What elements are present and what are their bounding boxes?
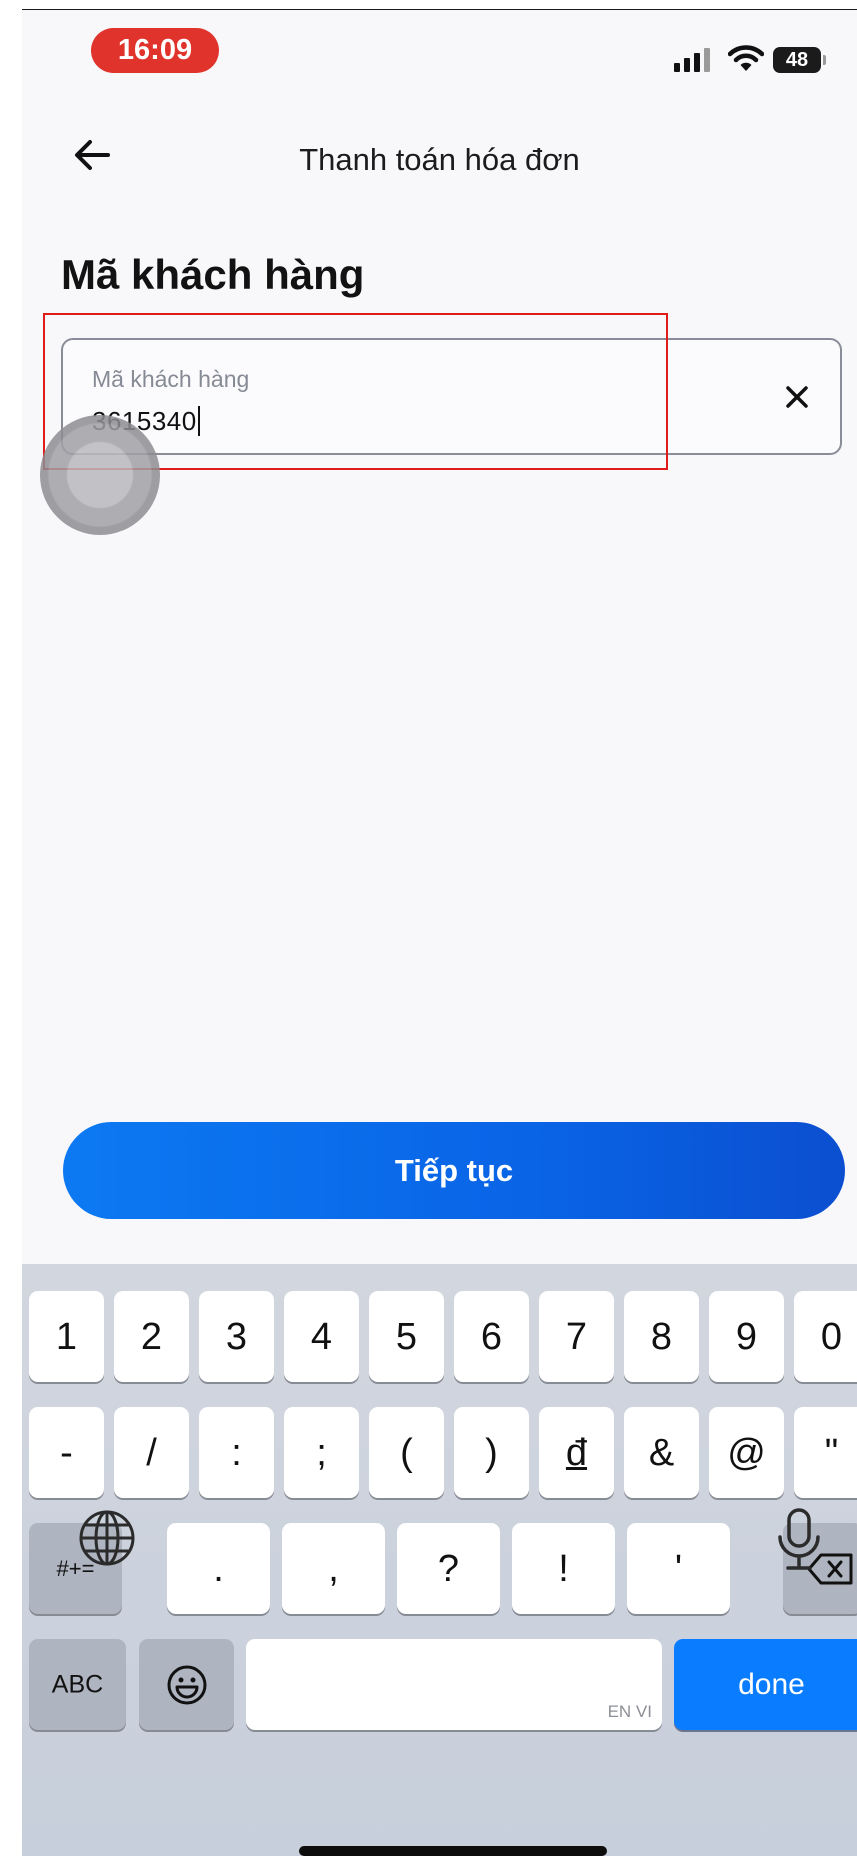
key-period[interactable]: . xyxy=(167,1523,270,1614)
continue-button[interactable]: Tiếp tục xyxy=(63,1122,845,1219)
battery-indicator: 48 xyxy=(773,47,821,73)
globe-icon[interactable] xyxy=(76,1507,138,1569)
cellular-signal-icon xyxy=(674,48,714,72)
key-colon[interactable]: : xyxy=(199,1407,274,1498)
battery-tip xyxy=(823,55,826,65)
microphone-icon[interactable] xyxy=(774,1507,824,1573)
key-at-label: @ xyxy=(727,1431,766,1474)
key-open-paren[interactable]: ( xyxy=(369,1407,444,1498)
key-3[interactable]: 3 xyxy=(199,1291,274,1382)
key-9-label: 9 xyxy=(735,1315,758,1358)
clear-input-button[interactable] xyxy=(772,372,822,422)
key-5[interactable]: 5 xyxy=(369,1291,444,1382)
numeric-keyboard: 1 2 3 4 5 6 7 8 9 0 - / : ; ( ) đ & @ " … xyxy=(22,1264,857,1856)
key-8-label: 8 xyxy=(650,1315,673,1358)
status-time: 16:09 xyxy=(91,28,219,73)
home-indicator xyxy=(299,1846,607,1856)
key-0[interactable]: 0 xyxy=(794,1291,857,1382)
done-key-label: done xyxy=(738,1667,805,1701)
key-ampersand-label: & xyxy=(648,1431,675,1474)
key-1-label: 1 xyxy=(55,1315,78,1358)
key-d-stroke[interactable]: đ xyxy=(539,1407,614,1498)
key-1[interactable]: 1 xyxy=(29,1291,104,1382)
key-question[interactable]: ? xyxy=(397,1523,500,1614)
key-2[interactable]: 2 xyxy=(114,1291,189,1382)
key-6[interactable]: 6 xyxy=(454,1291,529,1382)
page-title: Mã khách hàng xyxy=(61,251,365,298)
customer-code-value-wrap: 3615340 xyxy=(92,406,200,437)
key-apostrophe-label: ' xyxy=(674,1547,683,1590)
close-icon xyxy=(786,386,808,408)
key-0-label: 0 xyxy=(820,1315,843,1358)
key-7[interactable]: 7 xyxy=(539,1291,614,1382)
emoji-icon xyxy=(167,1665,207,1705)
emoji-key[interactable] xyxy=(139,1639,234,1730)
key-period-label: . xyxy=(213,1547,224,1590)
customer-code-input[interactable]: Mã khách hàng 3615340 xyxy=(61,338,842,455)
key-quote-label: " xyxy=(824,1431,839,1474)
text-caret xyxy=(197,406,200,436)
key-colon-label: : xyxy=(231,1431,242,1474)
key-4[interactable]: 4 xyxy=(284,1291,359,1382)
key-2-label: 2 xyxy=(140,1315,163,1358)
key-d-stroke-label: đ xyxy=(565,1431,588,1474)
key-8[interactable]: 8 xyxy=(624,1291,699,1382)
key-exclamation-label: ! xyxy=(558,1547,569,1590)
key-3-label: 3 xyxy=(225,1315,248,1358)
key-5-label: 5 xyxy=(395,1315,418,1358)
key-question-label: ? xyxy=(437,1547,460,1590)
key-ampersand[interactable]: & xyxy=(624,1407,699,1498)
key-quote[interactable]: " xyxy=(794,1407,857,1498)
space-key[interactable]: EN VI xyxy=(246,1639,662,1730)
wifi-icon xyxy=(728,45,764,71)
key-abc-label: ABC xyxy=(51,1670,104,1698)
key-exclamation[interactable]: ! xyxy=(512,1523,615,1614)
key-comma[interactable]: , xyxy=(282,1523,385,1614)
key-7-label: 7 xyxy=(565,1315,588,1358)
key-4-label: 4 xyxy=(310,1315,333,1358)
key-close-paren-label: ) xyxy=(485,1431,498,1474)
key-at[interactable]: @ xyxy=(709,1407,784,1498)
key-apostrophe[interactable]: ' xyxy=(627,1523,730,1614)
key-close-paren[interactable]: ) xyxy=(454,1407,529,1498)
done-key[interactable]: done xyxy=(674,1639,857,1730)
key-6-label: 6 xyxy=(480,1315,503,1358)
key-semicolon-label: ; xyxy=(316,1431,327,1474)
phone-screen: 16:09 48 Thanh toán hóa đơn Mã khách hàn… xyxy=(22,10,857,1856)
key-semicolon[interactable]: ; xyxy=(284,1407,359,1498)
key-comma-label: , xyxy=(328,1547,339,1590)
customer-code-label: Mã khách hàng xyxy=(92,366,250,392)
key-slash[interactable]: / xyxy=(114,1407,189,1498)
key-open-paren-label: ( xyxy=(400,1431,413,1474)
space-language-hint: EN VI xyxy=(607,1702,652,1721)
header-title: Thanh toán hóa đơn xyxy=(299,142,580,177)
key-hyphen[interactable]: - xyxy=(29,1407,104,1498)
key-hyphen-label: - xyxy=(60,1431,73,1474)
customer-code-value: 3615340 xyxy=(92,406,197,436)
key-9[interactable]: 9 xyxy=(709,1291,784,1382)
key-slash-label: / xyxy=(146,1431,157,1474)
key-abc[interactable]: ABC xyxy=(29,1639,126,1730)
